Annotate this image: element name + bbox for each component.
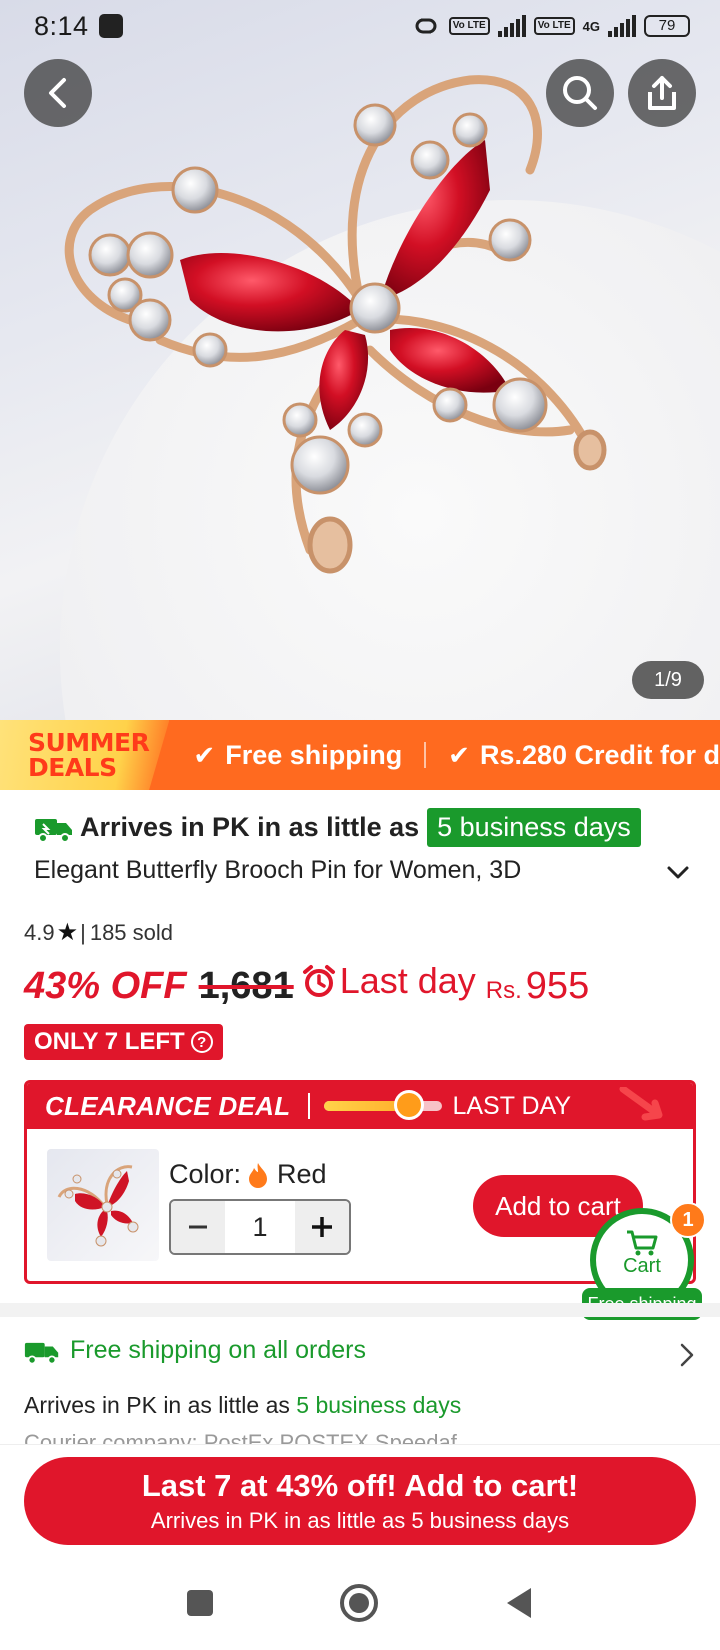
network-type: 4G bbox=[582, 18, 600, 34]
back-button-icon[interactable] bbox=[503, 1586, 535, 1620]
stock-badge[interactable]: ONLY 7 LEFT ? bbox=[24, 1024, 223, 1060]
search-button[interactable] bbox=[546, 59, 614, 127]
original-price: 1,681 bbox=[198, 965, 294, 1007]
summer-deals-text: SUMMER DEALS bbox=[20, 728, 150, 782]
chevron-right-icon[interactable] bbox=[678, 1342, 696, 1368]
plus-icon bbox=[312, 1217, 332, 1237]
butterfly-thumbnail-image bbox=[57, 1165, 139, 1247]
quantity-stepper: 1 bbox=[169, 1199, 351, 1255]
promo-divider bbox=[424, 742, 427, 768]
product-title[interactable]: Elegant Butterfly Brooch Pin for Women, … bbox=[34, 856, 694, 885]
cta-sub-label: Arrives in PK in as little as 5 business… bbox=[150, 1508, 570, 1533]
volte-badge-2: Vo LTE bbox=[533, 17, 575, 35]
link-icon bbox=[415, 18, 437, 34]
product-image-gallery[interactable]: 8:14 Vo LTE Vo LTE 4G 79 1/9 bbox=[0, 0, 720, 720]
delivery-estimate: Arrives in PK in as little as 5 business… bbox=[34, 808, 641, 847]
share-icon bbox=[648, 76, 676, 110]
volte-badge-1: Vo LTE bbox=[448, 17, 490, 35]
status-bar: 8:14 Vo LTE Vo LTE 4G 79 bbox=[0, 0, 720, 52]
summer-deals-line2: DEALS bbox=[28, 753, 117, 782]
chevron-down-icon[interactable] bbox=[664, 858, 692, 886]
floating-cart[interactable]: Cart 1 Free shipping bbox=[582, 1202, 706, 1320]
variant-color: Color: Red bbox=[169, 1159, 327, 1190]
sold-count: 185 sold bbox=[89, 919, 174, 945]
clearance-progress-bar bbox=[324, 1090, 443, 1120]
home-button-icon[interactable] bbox=[339, 1583, 379, 1623]
rating-divider: | bbox=[80, 919, 86, 945]
signal-icon-2 bbox=[608, 15, 636, 37]
check-icon: ✔ bbox=[193, 739, 216, 770]
delivery-truck-icon bbox=[35, 818, 72, 843]
recents-button-icon[interactable] bbox=[185, 1588, 215, 1618]
image-counter: 1/9 bbox=[632, 661, 704, 699]
clearance-title: CLEARANCE DEAL bbox=[45, 1090, 291, 1121]
system-navigation-bar bbox=[0, 1556, 720, 1650]
shipping-estimate: Arrives in PK in as little as 5 business… bbox=[24, 1392, 461, 1419]
shipping-estimate-prefix: Arrives in PK in as little as bbox=[24, 1392, 290, 1418]
star-icon: ★ bbox=[56, 919, 79, 946]
clearance-divider bbox=[308, 1093, 311, 1119]
status-time: 8:14 bbox=[34, 10, 89, 41]
butterfly-brooch-image bbox=[64, 75, 607, 574]
rating-row[interactable]: 4.9 ★ | 185 sold bbox=[24, 918, 173, 947]
clearance-last-day: LAST DAY bbox=[452, 1091, 572, 1120]
color-label: Color: bbox=[169, 1159, 242, 1189]
summer-deals-line1: SUMMER bbox=[28, 728, 150, 757]
price-row: 43% OFF 1,681 Last day Rs. 955 bbox=[24, 960, 589, 1008]
promo-free-shipping: ✔ Free shipping bbox=[193, 740, 402, 771]
promo-credit: ✔ Rs.280 Credit for d bbox=[448, 740, 720, 771]
free-shipping-row[interactable]: Free shipping on all orders bbox=[24, 1336, 366, 1365]
signal-icon-1 bbox=[497, 15, 526, 37]
free-shipping-title: Free shipping on all orders bbox=[70, 1336, 366, 1364]
product-page: 8:14 Vo LTE Vo LTE 4G 79 1/9 SUMMER DEAL… bbox=[0, 0, 720, 1650]
courier-company: Courier company: PostEx POSTEX Speedaf bbox=[24, 1430, 457, 1444]
section-divider bbox=[0, 1303, 720, 1317]
last-day-label: Last day bbox=[339, 960, 476, 1001]
quantity-value[interactable]: 1 bbox=[225, 1201, 295, 1253]
delivery-estimate-prefix: Arrives in PK in as little as bbox=[80, 812, 420, 842]
color-value: Red bbox=[277, 1159, 327, 1189]
last-day-timer: Last day bbox=[302, 960, 476, 1002]
notification-icon bbox=[98, 14, 123, 38]
clearance-header: CLEARANCE DEAL LAST DAY bbox=[27, 1083, 693, 1129]
status-icons: Vo LTE Vo LTE 4G 79 bbox=[411, 15, 690, 37]
bottom-action-bar: Last 7 at 43% off! Add to cart! Arrives … bbox=[0, 1444, 720, 1545]
variant-thumbnail[interactable] bbox=[47, 1149, 159, 1261]
increase-quantity-button[interactable] bbox=[295, 1201, 349, 1253]
help-icon[interactable]: ? bbox=[190, 1031, 213, 1053]
discount-label: 43% OFF bbox=[24, 965, 187, 1007]
minus-icon bbox=[189, 1225, 207, 1229]
clock-icon bbox=[394, 1090, 425, 1120]
delivery-truck-icon bbox=[24, 1342, 59, 1364]
back-button[interactable] bbox=[24, 59, 92, 127]
flame-icon bbox=[249, 1162, 268, 1188]
delivery-days-badge: 5 business days bbox=[427, 808, 641, 847]
alarm-clock-icon bbox=[302, 965, 335, 997]
chevron-left-icon bbox=[49, 78, 66, 108]
add-to-cart-cta-button[interactable]: Last 7 at 43% off! Add to cart! Arrives … bbox=[24, 1457, 696, 1545]
currency-label: Rs. bbox=[485, 977, 522, 1004]
summer-deals-badge: SUMMER DEALS bbox=[0, 720, 170, 790]
cta-main-label: Last 7 at 43% off! Add to cart! bbox=[141, 1468, 579, 1503]
check-icon: ✔ bbox=[448, 739, 470, 770]
rating-value: 4.9 bbox=[24, 919, 55, 945]
shipping-estimate-days: 5 business days bbox=[296, 1392, 462, 1418]
share-button[interactable] bbox=[628, 59, 696, 127]
promo-free-shipping-label: Free shipping bbox=[225, 739, 403, 770]
cart-icon bbox=[627, 1230, 658, 1255]
arrow-down-right-icon bbox=[619, 1087, 663, 1121]
cart-count-badge: 1 bbox=[670, 1202, 706, 1238]
search-icon bbox=[563, 76, 597, 110]
stock-badge-label: ONLY 7 LEFT bbox=[34, 1028, 185, 1055]
cart-label: Cart bbox=[623, 1254, 661, 1277]
promo-credit-label: Rs.280 Credit for d bbox=[479, 739, 720, 770]
battery-icon: 79 bbox=[644, 15, 690, 37]
sale-price: 955 bbox=[525, 965, 590, 1007]
decrease-quantity-button[interactable] bbox=[171, 1201, 225, 1253]
promo-banner[interactable]: SUMMER DEALS ✔ Free shipping ✔ Rs.280 Cr… bbox=[0, 720, 720, 790]
